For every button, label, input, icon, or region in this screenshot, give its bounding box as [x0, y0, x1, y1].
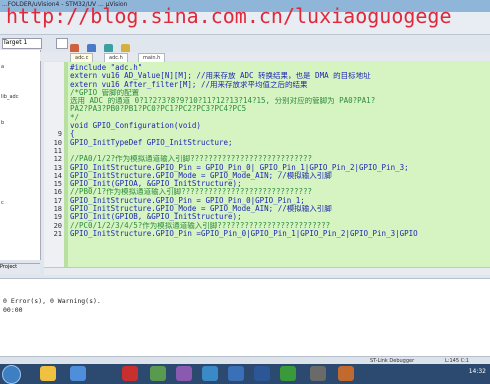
horizontal-scrollbar[interactable] — [44, 267, 490, 275]
project-tree-item[interactable]: lib_adc — [1, 94, 18, 100]
code-line[interactable]: GPIO_Init(GPIOA, &GPIO_InitStructure); — [70, 180, 490, 188]
pdf-icon[interactable] — [122, 366, 138, 381]
paint-icon[interactable] — [338, 366, 354, 381]
line-number — [44, 122, 64, 130]
tab-project[interactable]: Project — [0, 264, 17, 270]
browser-icon[interactable] — [70, 366, 86, 381]
code-line[interactable]: GPIO_InitStructure.GPIO_Mode = GPIO_Mode… — [70, 205, 490, 213]
tool-icon[interactable] — [280, 366, 296, 381]
line-number: 16 — [53, 188, 62, 197]
toolbar-icons — [70, 38, 133, 53]
line-number: 18 — [53, 205, 62, 214]
line-number: 19 — [53, 213, 62, 222]
project-tree-item[interactable]: c — [1, 200, 4, 206]
notepad-icon[interactable] — [228, 366, 244, 381]
code-line[interactable]: //PB0/1?作为模拟通道输入引脚??????????????????????… — [70, 188, 490, 196]
line-number: 17 — [53, 196, 62, 205]
code-line[interactable]: 选用 ADC 的通道 0?1?2?3?8?9?10?11?12?13?14?15… — [70, 97, 490, 105]
code-line[interactable]: void GPIO_Configuration(void) — [70, 122, 490, 130]
code-line[interactable]: GPIO_Init(GPIOB, &GPIO_InitStructure); — [70, 213, 490, 221]
code-line[interactable]: GPIO_InitTypeDef GPIO_InitStructure; — [70, 139, 490, 147]
explorer-icon[interactable] — [40, 366, 56, 381]
project-panel-tabs: Project — [0, 263, 40, 274]
line-number — [44, 81, 64, 89]
file-tabs: adc.c adc.h main.h — [40, 52, 490, 63]
code-text[interactable]: #include "adc.h" extern vu16 AD_Value[N][… — [70, 64, 490, 238]
code-line[interactable]: //PC0/1/2/3/4/5?作为模拟通道输入引脚??????????????… — [70, 222, 490, 230]
project-tree-item[interactable]: b — [1, 120, 4, 126]
code-line[interactable]: #include "adc.h" — [70, 64, 490, 72]
watermark-url: http://blog.sina.com.cn/luxiaoguogege — [6, 4, 452, 28]
code-line[interactable]: GPIO_InitStructure.GPIO_Mode = GPIO_Mode… — [70, 172, 490, 180]
terminal-icon[interactable] — [310, 366, 326, 381]
line-numbers: 9 10 11 12 13 14 15 16 17 18 19 20 21 — [44, 64, 64, 238]
line-number: 15 — [53, 180, 62, 189]
line-number — [44, 89, 64, 97]
code-line[interactable]: extern vu16 AD_Value[N][M]; //用来存放 ADC 转… — [70, 72, 490, 80]
app-icon[interactable] — [176, 366, 192, 381]
build-output-panel: 0 Error(s), 0 Warning(s). 00:00 — [0, 278, 490, 357]
target-options-dropdown[interactable] — [56, 38, 68, 49]
code-line[interactable]: GPIO_InitStructure.GPIO_Pin = GPIO_Pin_0… — [70, 164, 490, 172]
code-line[interactable]: { — [70, 130, 490, 138]
taskbar: 14:32 — [0, 364, 490, 384]
line-number: 14 — [53, 171, 62, 180]
code-line[interactable]: extern vu16 After_filter[M]; //用来存放求平均值之… — [70, 81, 490, 89]
output-line: 00:00 — [3, 306, 23, 314]
line-number: 20 — [53, 221, 62, 230]
line-number: 21 — [53, 229, 62, 238]
target-combo[interactable]: Target 1 — [2, 38, 42, 49]
code-line[interactable]: //PA0/1/2?作为模拟通道输入引脚????????????????????… — [70, 155, 490, 163]
line-number: 12 — [53, 155, 62, 164]
output-line: 0 Error(s), 0 Warning(s). — [3, 297, 101, 305]
code-line[interactable]: GPIO_InitStructure.GPIO_Pin =GPIO_Pin_0|… — [70, 230, 490, 238]
code-line[interactable]: */ — [70, 114, 490, 122]
line-number — [44, 114, 64, 122]
media-icon[interactable] — [150, 366, 166, 381]
line-number: 9 — [57, 130, 62, 139]
code-line[interactable]: GPIO_InitStructure.GPIO_Pin = GPIO_Pin_0… — [70, 197, 490, 205]
line-number: 10 — [53, 138, 62, 147]
line-number — [44, 105, 64, 113]
start-button[interactable] — [2, 365, 21, 384]
code-line[interactable]: PA2?PA3?PB0?PB1?PC0?PC1?PC2?PC3?PC4?PC5 — [70, 105, 490, 113]
project-tree-item[interactable]: a — [1, 64, 4, 70]
code-line[interactable] — [70, 147, 490, 155]
project-panel: a lib_adc b c — [0, 50, 41, 260]
line-number — [44, 97, 64, 105]
line-number: 13 — [53, 163, 62, 172]
code-line[interactable]: /*GPIO 管脚的配置 — [70, 89, 490, 97]
word-icon[interactable] — [254, 366, 270, 381]
line-number — [44, 72, 64, 80]
uvision-icon[interactable] — [202, 366, 218, 381]
line-number — [44, 64, 64, 72]
target-combo-value: Target 1 — [3, 39, 28, 46]
line-number: 11 — [53, 146, 62, 155]
taskbar-clock: 14:32 — [468, 368, 486, 375]
